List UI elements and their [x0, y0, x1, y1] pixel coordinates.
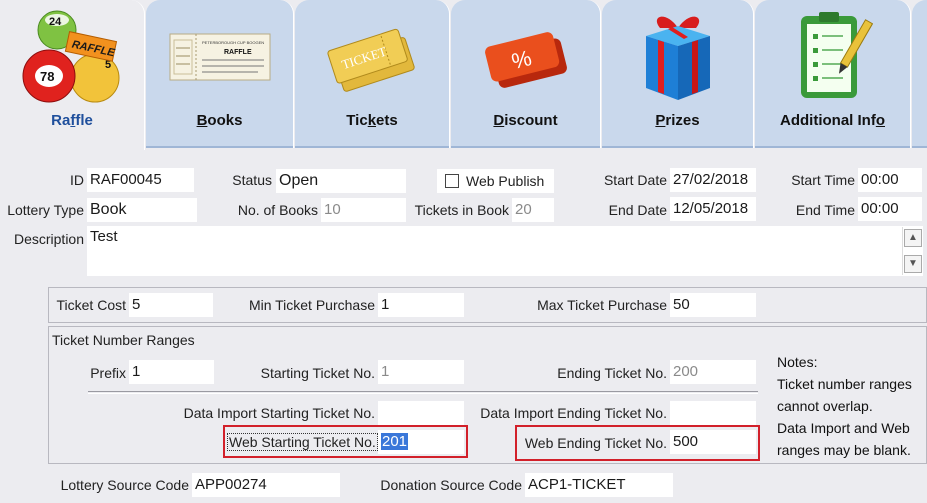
donation-source-code-field[interactable]: ACP1-TICKET [525, 473, 673, 497]
no-of-books-field[interactable]: 10 [321, 198, 406, 222]
tab-label: Tickets [346, 112, 398, 129]
tab-books[interactable]: PETERBOROUGH CUP BOOGEN RAFFLE Books [146, 0, 294, 148]
svg-text:78: 78 [40, 69, 54, 84]
web-ending-field[interactable]: 500 [670, 430, 756, 454]
id-field[interactable]: RAF00045 [87, 168, 194, 192]
start-time-field[interactable]: 00:00 [858, 168, 922, 192]
start-date-label: Start Date [603, 172, 667, 188]
tab-raffle[interactable]: 24 5 78 RAFFLE Raffle [0, 0, 145, 150]
end-time-label: End Time [795, 202, 855, 218]
scroll-up-icon[interactable]: ▲ [904, 229, 922, 247]
starting-ticket-field[interactable]: 1 [378, 360, 464, 384]
lottery-type-field[interactable]: Book [87, 198, 197, 222]
tickets-icon: TICKET [327, 28, 415, 92]
tab-tickets[interactable]: TICKET Tickets [295, 0, 450, 148]
gift-icon [645, 16, 710, 100]
data-import-starting-label: Data Import Starting Ticket No. [183, 405, 375, 421]
id-label: ID [70, 172, 84, 188]
donation-source-code-label: Donation Source Code [380, 477, 522, 493]
scroll-down-icon[interactable]: ▼ [904, 255, 922, 273]
end-date-field[interactable]: 12/05/2018 [670, 197, 756, 221]
notes-line: Ticket number ranges [777, 376, 912, 392]
web-starting-field[interactable]: 201 [378, 430, 464, 454]
end-date-label: End Date [608, 202, 667, 218]
web-starting-label: Web Starting Ticket No. [227, 433, 378, 451]
prefix-label: Prefix [90, 365, 126, 381]
tab-label: Discount [493, 112, 558, 129]
tab-label: Raffle [51, 112, 93, 129]
notes-line: Data Import and Web [777, 420, 910, 436]
clipboard-icon [800, 12, 873, 98]
lottery-source-code-field[interactable]: APP00274 [192, 473, 340, 497]
prefix-field[interactable]: 1 [129, 360, 214, 384]
web-publish-checkbox[interactable] [445, 174, 459, 188]
tickets-in-book-label: Tickets in Book [414, 202, 509, 218]
ranges-divider [88, 391, 758, 394]
web-ending-label: Web Ending Ticket No. [524, 435, 667, 451]
tab-strip: 24 5 78 RAFFLE Raffle PETERBOROUGH CUP B… [0, 0, 927, 150]
ticket-cost-field[interactable]: 5 [129, 293, 213, 317]
tab-additional-info[interactable]: Additional Info [755, 0, 911, 148]
lottery-type-label: Lottery Type [7, 202, 84, 218]
ticket-cost-label: Ticket Cost [56, 297, 127, 313]
tab-label: Additional Info [780, 112, 885, 129]
notes-line: Notes: [777, 354, 818, 370]
min-ticket-purchase-label: Min Ticket Purchase [248, 297, 375, 313]
ticket-ranges-title: Ticket Number Ranges [52, 332, 195, 348]
web-starting-selected-text: 201 [381, 433, 409, 450]
end-time-field[interactable]: 00:00 [858, 197, 922, 221]
web-publish-label: Web Publish [466, 173, 545, 189]
max-ticket-purchase-label: Max Ticket Purchase [537, 297, 667, 313]
ending-ticket-label: Ending Ticket No. [557, 365, 667, 381]
starting-ticket-label: Starting Ticket No. [260, 365, 375, 381]
min-ticket-purchase-field[interactable]: 1 [378, 293, 464, 317]
description-field[interactable]: Test [87, 226, 923, 276]
svg-text:RAFFLE: RAFFLE [224, 49, 252, 56]
tickets-in-book-field[interactable]: 20 [512, 198, 554, 222]
tab-prizes[interactable]: Prizes [602, 0, 754, 148]
notes-line: ranges may be blank. [777, 442, 911, 458]
svg-text:24: 24 [49, 16, 62, 28]
no-of-books-label: No. of Books [237, 202, 318, 218]
description-label: Description [13, 231, 84, 247]
notes-line: cannot overlap. [777, 398, 873, 414]
raffle-balls-icon: 24 5 78 RAFFLE [22, 10, 120, 103]
svg-text:PETERBOROUGH CUP BOOGEN: PETERBOROUGH CUP BOOGEN [202, 40, 264, 45]
tab-label: Prizes [655, 112, 700, 129]
start-time-label: Start Time [791, 172, 855, 188]
lottery-source-code-label: Lottery Source Code [60, 477, 189, 493]
tab-overflow[interactable] [912, 0, 927, 148]
status-label: Status [232, 172, 272, 188]
tab-label: Books [196, 112, 243, 129]
books-icon: PETERBOROUGH CUP BOOGEN RAFFLE [169, 33, 270, 81]
discount-icon: % [484, 32, 567, 88]
description-text: Test [90, 228, 118, 245]
ending-ticket-field[interactable]: 200 [670, 360, 756, 384]
tab-discount[interactable]: % Discount [451, 0, 601, 148]
start-date-field[interactable]: 27/02/2018 [670, 168, 756, 192]
max-ticket-purchase-field[interactable]: 50 [670, 293, 756, 317]
data-import-ending-label: Data Import Ending Ticket No. [480, 405, 667, 421]
status-field[interactable]: Open [276, 169, 406, 193]
data-import-ending-field[interactable] [670, 401, 756, 425]
notes-block: Notes: Ticket number ranges cannot overl… [777, 351, 927, 461]
description-scrollbar[interactable]: ▲ ▼ [902, 227, 922, 275]
